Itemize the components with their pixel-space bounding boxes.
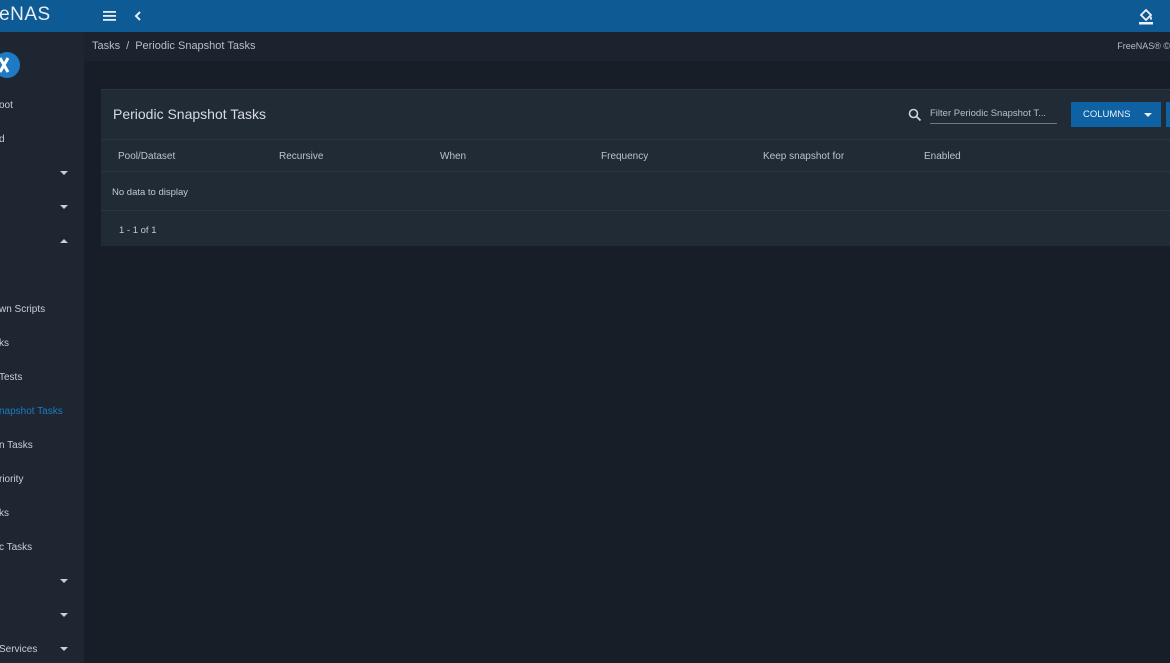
- chevron-down-icon: [60, 205, 68, 209]
- hamburger-icon[interactable]: [102, 9, 118, 23]
- columns-button-label: COLUMNS: [1083, 109, 1131, 120]
- sidebar-item[interactable]: c Tasks: [0, 538, 84, 558]
- sidebar-item[interactable]: Services: [0, 640, 84, 660]
- empty-message: No data to display: [112, 187, 189, 198]
- breadcrumb: Tasks / Periodic Snapshot Tasks: [92, 40, 255, 52]
- top-bar: eeNAS: [0, 0, 1170, 32]
- chevron-down-icon: [60, 613, 68, 617]
- sidebar: oot d wn Scripts ks Tests napshot Tasks n Tas…: [0, 32, 84, 663]
- search-icon: [908, 108, 922, 122]
- sidebar-item-label: n Tasks: [0, 440, 33, 451]
- chevron-down-icon: [60, 171, 68, 175]
- sidebar-item[interactable]: ks: [0, 334, 84, 354]
- brand-logo-text: eeNAS: [0, 4, 51, 25]
- sidebar-item-label: Tests: [0, 372, 23, 383]
- table-footer: 1 - 1 of 1: [101, 211, 1170, 247]
- column-header-frequency[interactable]: Frequency: [601, 151, 648, 162]
- sidebar-item-label: Services: [0, 644, 38, 655]
- sidebar-item[interactable]: n Tasks: [0, 436, 84, 456]
- sidebar-item[interactable]: [0, 198, 84, 218]
- sidebar-item[interactable]: wn Scripts: [0, 300, 84, 320]
- columns-button[interactable]: COLUMNS: [1071, 102, 1161, 127]
- page-title: Periodic Snapshot Tasks: [113, 106, 267, 122]
- breadcrumb-current: Periodic Snapshot Tasks: [135, 40, 256, 52]
- sidebar-item-label: c Tasks: [0, 542, 33, 553]
- breadcrumb-separator: /: [126, 40, 130, 52]
- card-header: Periodic Snapshot Tasks COLUMNS: [101, 90, 1170, 139]
- sidebar-item[interactable]: riority: [0, 470, 84, 490]
- sidebar-item[interactable]: [0, 572, 84, 592]
- column-header-pool-dataset[interactable]: Pool/Dataset: [118, 151, 175, 162]
- paint-bucket-icon[interactable]: [1136, 6, 1156, 26]
- column-header-keep-snapshot-for[interactable]: Keep snapshot for: [763, 151, 844, 162]
- pagination-summary: 1 - 1 of 1: [119, 225, 157, 236]
- column-header-when[interactable]: When: [440, 151, 466, 162]
- sidebar-item-label: ks: [0, 508, 9, 519]
- table-header: Pool/Dataset Recursive When Frequency Ke…: [101, 139, 1170, 172]
- sidebar-item[interactable]: [0, 232, 84, 252]
- sidebar-item[interactable]: oot: [0, 96, 84, 116]
- sidebar-item[interactable]: ks: [0, 504, 84, 524]
- sidebar-item[interactable]: [0, 164, 84, 184]
- add-button[interactable]: [1166, 102, 1170, 127]
- chevron-down-icon: [60, 647, 68, 651]
- empty-table-row: No data to display: [101, 172, 1170, 211]
- version-text: FreeNAS® ©: [1117, 41, 1170, 51]
- sidebar-item-label: oot: [0, 100, 13, 111]
- filter-input[interactable]: [930, 106, 1057, 124]
- chevron-down-icon: [1144, 113, 1152, 117]
- snapshot-tasks-card: Periodic Snapshot Tasks COLUMNS Pool/Dat…: [101, 89, 1170, 246]
- breadcrumb-bar: Tasks / Periodic Snapshot Tasks FreeNAS® ©: [84, 32, 1170, 61]
- breadcrumb-tasks[interactable]: Tasks: [92, 40, 120, 52]
- sidebar-item-label: napshot Tasks: [0, 406, 63, 417]
- sidebar-item-label: wn Scripts: [0, 304, 46, 315]
- sidebar-item[interactable]: Tests: [0, 368, 84, 388]
- chevron-up-icon: [60, 239, 68, 243]
- sidebar-item-label: d: [0, 134, 5, 145]
- sidebar-item-label: riority: [0, 474, 24, 485]
- sidebar-item-label: ks: [0, 338, 9, 349]
- chevron-left-icon[interactable]: [133, 8, 143, 24]
- sidebar-item[interactable]: [0, 606, 84, 626]
- column-header-enabled[interactable]: Enabled: [924, 151, 961, 162]
- sidebar-item[interactable]: napshot Tasks: [0, 402, 84, 422]
- sidebar-item[interactable]: d: [0, 130, 84, 150]
- chevron-down-icon: [60, 579, 68, 583]
- logo-icon: [0, 52, 20, 78]
- column-header-recursive[interactable]: Recursive: [279, 151, 323, 162]
